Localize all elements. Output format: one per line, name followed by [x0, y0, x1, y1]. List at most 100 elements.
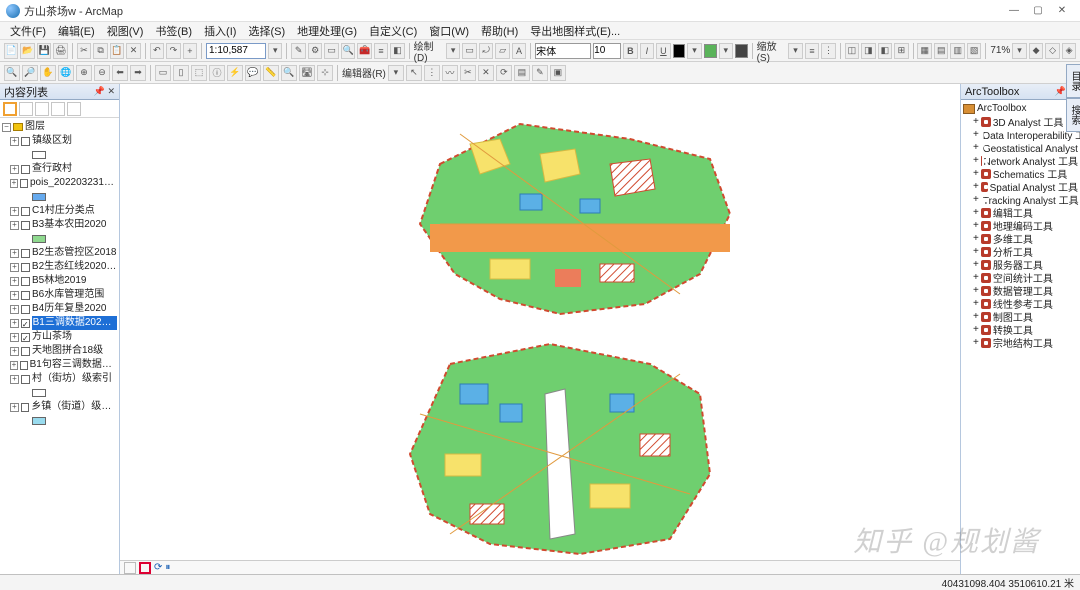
search-icon[interactable]: 🔍 [341, 43, 355, 59]
select-elements-icon[interactable]: ⬚ [191, 65, 207, 81]
layer-checkbox[interactable] [21, 207, 30, 216]
attributes-icon[interactable]: ▤ [514, 65, 530, 81]
layer-checkbox[interactable] [21, 277, 30, 286]
toc-layer-item[interactable]: +方山茶场 [2, 330, 117, 344]
prev-extent-icon[interactable]: ⬅ [112, 65, 128, 81]
next-extent-icon[interactable]: ➡ [130, 65, 146, 81]
toc-list-by-drawing-icon[interactable] [3, 102, 17, 116]
toc-options-icon[interactable] [67, 102, 81, 116]
toc-layer-item[interactable]: +村（街坊）级索引 [2, 372, 117, 386]
layout-view-tab[interactable] [139, 562, 151, 574]
italic-button[interactable]: I [640, 43, 654, 59]
delete-button[interactable]: ✕ [126, 43, 140, 59]
toc-layer-item[interactable]: +B1三调数据202107 [2, 316, 117, 330]
toolbox-item[interactable]: +宗地结构工具 [963, 336, 1078, 349]
expand-icon[interactable]: + [973, 129, 979, 140]
scale-tool-dropdown[interactable]: ▾ [788, 43, 802, 59]
maximize-button[interactable]: ▢ [1026, 2, 1050, 20]
python-icon[interactable]: ≡ [374, 43, 388, 59]
distribute-icon[interactable]: ⋮ [821, 43, 835, 59]
rotate-edit-icon[interactable]: ⟳ [496, 65, 512, 81]
expand-icon[interactable]: − [2, 123, 11, 132]
measure-icon[interactable]: 📏 [263, 65, 279, 81]
expand-icon[interactable]: + [973, 233, 979, 244]
toc-layer-item[interactable]: +B4历年复垦2020 [2, 302, 117, 316]
paste-button[interactable]: 📋 [110, 43, 124, 59]
expand-icon[interactable]: + [973, 259, 979, 270]
misc-icon-2[interactable]: ◇ [1045, 43, 1059, 59]
toc-layer-item[interactable]: +天地图拼合18级 [2, 344, 117, 358]
toc-list-by-selection-icon[interactable] [51, 102, 65, 116]
toc-layer-item[interactable]: +B1句容三调数据202012 [2, 358, 117, 372]
cut-button[interactable]: ✂ [77, 43, 91, 59]
find-icon[interactable]: 🔍 [281, 65, 297, 81]
layer-checkbox[interactable] [21, 263, 30, 272]
layer-checkbox[interactable] [21, 375, 30, 384]
fixed-zoom-out-icon[interactable]: ⊖ [94, 65, 110, 81]
edit-vertices-icon[interactable]: ⋮ [424, 65, 440, 81]
toc-list-by-source-icon[interactable] [19, 102, 33, 116]
clear-selection-icon[interactable]: ▯ [173, 65, 189, 81]
menu-customize[interactable]: 自定义(C) [365, 23, 421, 39]
catalog-icon[interactable]: ▭ [324, 43, 338, 59]
new-button[interactable]: 📄 [4, 43, 18, 59]
split-icon[interactable]: ✕ [478, 65, 494, 81]
cut-poly-icon[interactable]: ✂ [460, 65, 476, 81]
draw-dropdown[interactable]: ▾ [446, 43, 460, 59]
expand-icon[interactable]: + [973, 285, 979, 296]
expand-icon[interactable]: + [10, 375, 19, 384]
html-popup-icon[interactable]: 💬 [245, 65, 261, 81]
hyperlink-icon[interactable]: ⚡ [227, 65, 243, 81]
layout4-icon[interactable]: ▧ [967, 43, 981, 59]
select-features-icon[interactable]: ▭ [155, 65, 171, 81]
expand-icon[interactable]: + [10, 263, 19, 272]
open-button[interactable]: 📂 [20, 43, 34, 59]
menu-select[interactable]: 选择(S) [244, 23, 289, 39]
create-feature-icon[interactable]: ▣ [550, 65, 566, 81]
editor-dropdown[interactable]: ▾ [388, 65, 404, 81]
georef4-icon[interactable]: ⊞ [894, 43, 908, 59]
editor-label[interactable]: 编辑器(R) [342, 65, 386, 80]
expand-icon[interactable]: + [10, 207, 19, 216]
minimize-button[interactable]: — [1002, 2, 1026, 20]
arctoolbox-icon[interactable]: 🧰 [357, 43, 371, 59]
goto-xy-icon[interactable]: ⊹ [317, 65, 333, 81]
toc-layer-item[interactable]: +B2生态红线202004 [2, 260, 117, 274]
redo-button[interactable]: ↷ [166, 43, 180, 59]
layer-checkbox[interactable] [21, 319, 30, 328]
align-icon[interactable]: ≡ [805, 43, 819, 59]
expand-icon[interactable]: + [973, 168, 979, 179]
layer-checkbox[interactable] [21, 347, 30, 356]
toc-layer-item[interactable]: +镇级区划 [2, 134, 117, 148]
bold-button[interactable]: B [623, 43, 637, 59]
refresh-icon[interactable]: ⟳ [154, 562, 162, 573]
expand-icon[interactable]: + [10, 165, 19, 174]
modelbuilder-icon[interactable]: ◧ [390, 43, 404, 59]
expand-icon[interactable]: + [10, 221, 19, 230]
toc-layer-item[interactable]: +B3基本农田2020 [2, 218, 117, 232]
layer-checkbox[interactable] [21, 291, 30, 300]
menu-edit[interactable]: 编辑(E) [54, 23, 99, 39]
expand-icon[interactable]: + [10, 249, 19, 258]
menu-geoprocessing[interactable]: 地理处理(G) [293, 23, 361, 39]
expand-icon[interactable]: + [973, 337, 979, 348]
expand-icon[interactable]: + [10, 137, 19, 146]
expand-icon[interactable]: + [973, 142, 979, 153]
edit-tool-icon[interactable]: ↖ [406, 65, 422, 81]
menu-insert[interactable]: 插入(I) [200, 23, 240, 39]
underline-button[interactable]: U [656, 43, 670, 59]
expand-icon[interactable]: + [10, 319, 19, 328]
toc-root[interactable]: − 图层 [2, 120, 117, 134]
expand-icon[interactable]: + [973, 298, 979, 309]
fixed-zoom-in-icon[interactable]: ⊕ [76, 65, 92, 81]
expand-icon[interactable]: + [10, 347, 19, 356]
neatline-icon[interactable]: ▱ [495, 43, 509, 59]
expand-icon[interactable]: + [10, 361, 18, 370]
layer-checkbox[interactable] [20, 361, 28, 370]
expand-icon[interactable]: + [973, 272, 979, 283]
expand-icon[interactable]: + [973, 246, 979, 257]
search-tab[interactable]: 搜索 [1066, 98, 1080, 132]
layer-checkbox[interactable] [21, 137, 30, 146]
layer-checkbox[interactable] [21, 333, 30, 342]
sketch-icon[interactable]: ✎ [532, 65, 548, 81]
